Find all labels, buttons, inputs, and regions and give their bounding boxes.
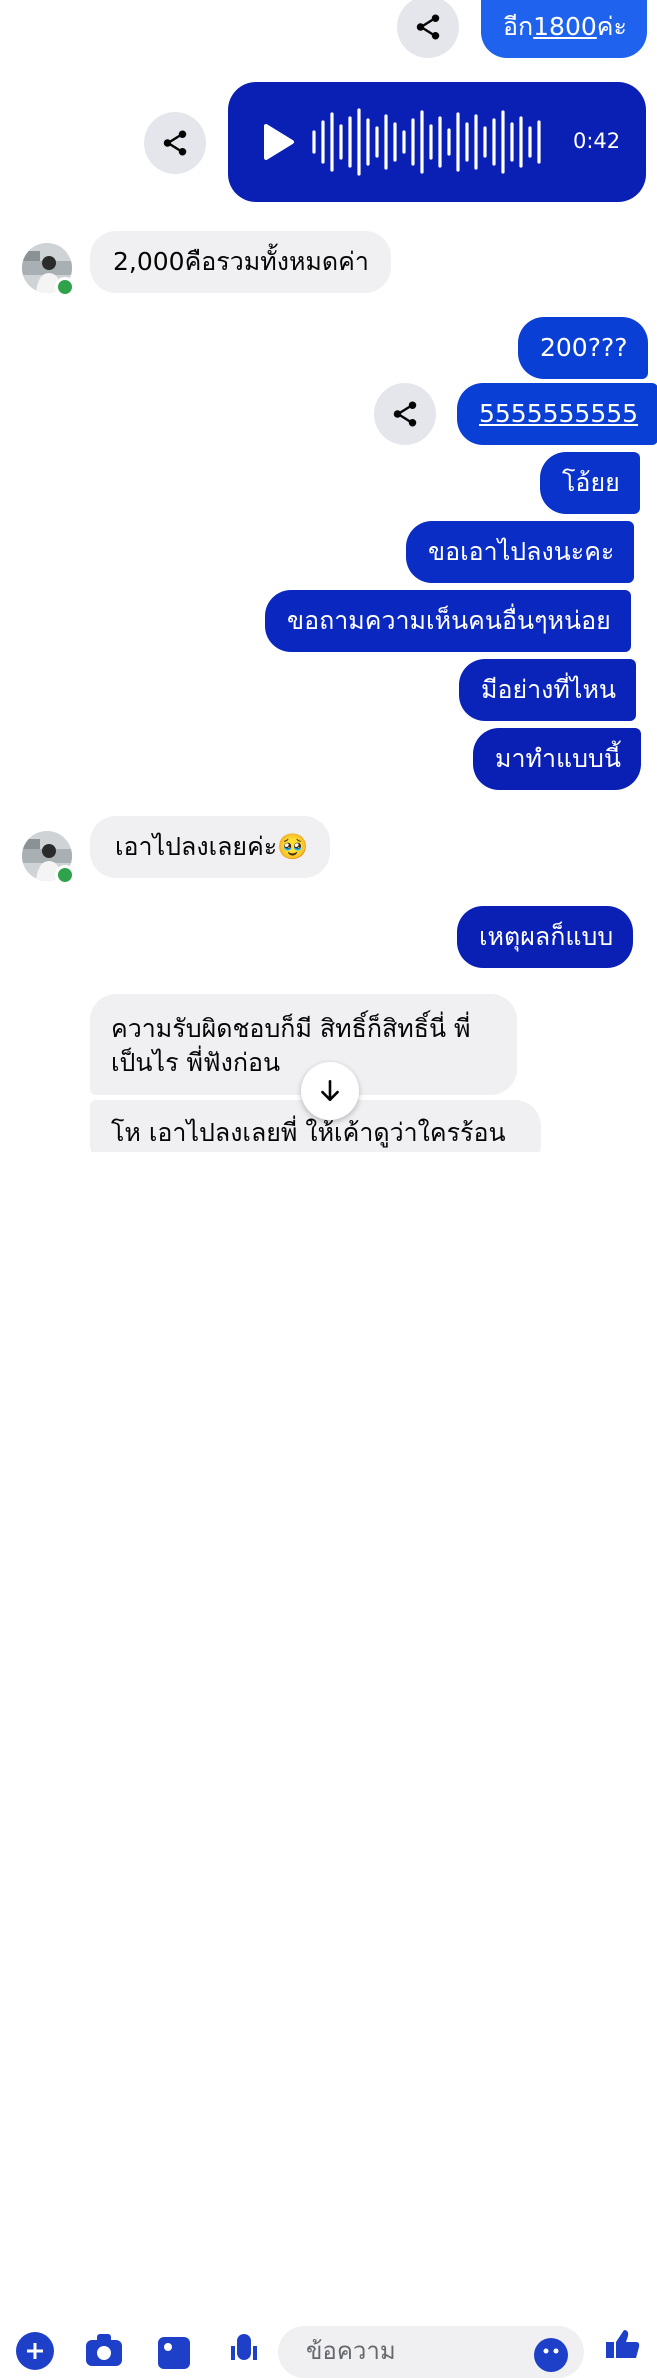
voice-message[interactable]: 0:42 (228, 82, 646, 202)
incoming-message[interactable]: เอาไปลงเลยค่ะ🥹 (90, 816, 331, 878)
outgoing-message[interactable]: เหตุผลก็แบบ (457, 906, 634, 968)
camera-button[interactable] (84, 2332, 124, 2370)
gallery-button[interactable] (156, 2335, 192, 2373)
message-text: ขอถามความเห็นคนอื่นๆหน่อย (287, 606, 611, 635)
composer-bar: ข้อความ (0, 1152, 657, 2378)
phone-number-link[interactable]: 1800 (533, 12, 597, 41)
scroll-down-button[interactable] (301, 1062, 359, 1120)
waveform (312, 108, 541, 176)
play-icon (264, 124, 294, 160)
online-indicator (55, 277, 75, 297)
message-text: เอาไปลงเลยค่ะ🥹 (115, 832, 309, 861)
camera-icon (86, 2334, 122, 2366)
message-text: มาทำแบบนี้ (495, 744, 621, 773)
mic-button[interactable] (230, 2332, 258, 2370)
voice-duration: 0:42 (573, 129, 621, 153)
message-input[interactable]: ข้อความ (278, 2326, 584, 2378)
thumbs-up-icon (606, 2330, 640, 2358)
message-text: โห เอาไปลงเลยพี่ ให้เค้าดูว่าใครร้อน (111, 1118, 506, 1147)
outgoing-message[interactable]: โอ้ยย (540, 452, 640, 514)
arrow-down-icon (321, 1079, 339, 1101)
emoji-button[interactable] (534, 2338, 568, 2372)
share-icon (163, 130, 187, 156)
play-button[interactable] (258, 122, 298, 162)
like-button[interactable] (602, 2328, 640, 2362)
message-text: มีอย่างที่ไหน (481, 675, 617, 704)
online-indicator (55, 865, 75, 885)
outgoing-message[interactable]: 5555555555 (457, 383, 657, 445)
outgoing-message[interactable]: มาทำแบบนี้ (473, 728, 641, 790)
message-text: โอ้ยย (562, 468, 620, 497)
share-icon (416, 14, 440, 40)
outgoing-message[interactable]: 200??? (518, 317, 648, 379)
message-text: ค่ะ (596, 12, 627, 41)
microphone-icon (231, 2334, 257, 2360)
image-icon (158, 2337, 190, 2369)
message-input-placeholder: ข้อความ (306, 2337, 396, 2365)
message-text: อีก (503, 12, 534, 41)
outgoing-message[interactable]: มีอย่างที่ไหน (459, 659, 637, 721)
message-text: 2,000คือรวมทั้งหมดค่า (113, 247, 369, 276)
outgoing-message[interactable]: ขอถามความเห็นคนอื่นๆหน่อย (265, 590, 631, 652)
phone-number-link[interactable]: 5555555555 (479, 399, 638, 428)
plus-button[interactable] (16, 2332, 54, 2370)
share-button[interactable] (374, 383, 436, 445)
message-text: 200??? (540, 333, 628, 362)
message-text: ความรับผิดชอบก็มี สิทธิ์ก็สิทธิ์นี่ พี่ (111, 1014, 471, 1043)
incoming-message[interactable]: 2,000คือรวมทั้งหมดค่า (90, 231, 391, 293)
plus-icon (27, 2343, 43, 2359)
emoji-icon (543, 2348, 559, 2354)
share-button[interactable] (397, 0, 459, 58)
message-text: เหตุผลก็แบบ (479, 922, 614, 951)
share-icon (393, 401, 417, 427)
message-text: ขอเอาไปลงนะคะ (428, 537, 615, 566)
share-button[interactable] (144, 112, 206, 174)
outgoing-message[interactable]: อีก1800ค่ะ (481, 0, 647, 58)
outgoing-message[interactable]: ขอเอาไปลงนะคะ (406, 521, 635, 583)
message-text: เป็นไร พี่ฟังก่อน (111, 1048, 281, 1077)
